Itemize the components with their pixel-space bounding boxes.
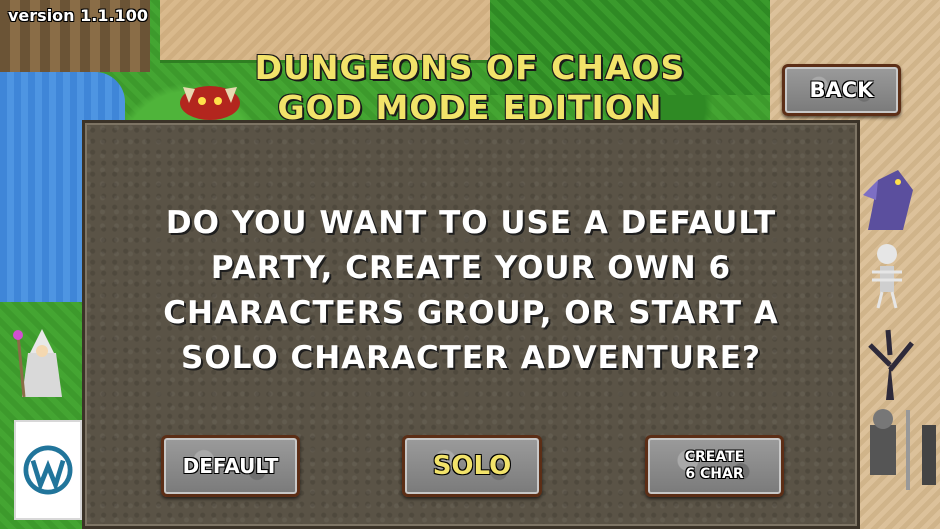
create-button-label-line2: 6 CHAR — [685, 466, 744, 482]
question-line: PARTY, CREATE YOUR OWN 6 — [210, 250, 732, 286]
party-question-text: DO YOU WANT TO USE A DEFAULT PARTY, CREA… — [115, 201, 827, 381]
wordpress-logo — [23, 445, 73, 495]
question-line: DO YOU WANT TO USE A DEFAULT — [165, 205, 777, 241]
question-line: CHARACTERS GROUP, OR START A — [163, 295, 779, 331]
create-6-char-button[interactable]: CREATE 6 CHAR — [645, 435, 784, 497]
party-choice-dialog: DO YOU WANT TO USE A DEFAULT PARTY, CREA… — [82, 120, 860, 529]
dragon-sprite — [863, 170, 913, 230]
skeleton-sprite — [872, 244, 902, 309]
question-line: SOLO CHARACTER ADVENTURE? — [181, 340, 761, 376]
default-party-button[interactable]: DEFAULT — [161, 435, 300, 497]
create-button-label-line1: CREATE — [684, 449, 745, 465]
solo-button[interactable]: SOLO — [402, 435, 542, 497]
wordpress-icon[interactable] — [14, 420, 82, 520]
knight-sprite — [870, 409, 936, 490]
wizard-sprite — [13, 329, 62, 398]
dead-tree-sprite — [868, 329, 914, 400]
back-button[interactable]: BACK — [782, 64, 901, 116]
version-label: version 1.1.100 — [8, 6, 148, 25]
